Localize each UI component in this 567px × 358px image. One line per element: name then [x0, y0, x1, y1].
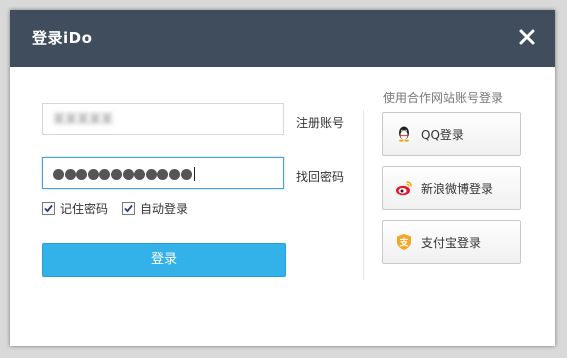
remember-password-checkbox[interactable]	[42, 202, 55, 215]
qq-login-button[interactable]: QQ登录	[382, 112, 521, 156]
weibo-login-label: 新浪微博登录	[421, 181, 494, 196]
dialog-title: 登录iDo	[32, 29, 93, 47]
password-dot	[145, 168, 157, 180]
remember-password-label: 记住密码	[60, 202, 109, 216]
login-dialog: 登录iDo 某某某某某 注册账号 找回密码 记住密码 自动登录 登录 使用合作网	[10, 10, 555, 346]
password-dot	[157, 168, 169, 180]
password-dot	[168, 168, 180, 180]
password-mask	[53, 167, 196, 181]
password-dot	[180, 168, 192, 180]
auto-login-label: 自动登录	[140, 202, 189, 216]
password-dot	[76, 168, 88, 180]
qq-login-label: QQ登录	[421, 127, 464, 142]
login-button[interactable]: 登录	[42, 243, 286, 277]
alipay-login-button[interactable]: 支 支付宝登录	[382, 220, 521, 264]
auto-login-option[interactable]: 自动登录	[122, 200, 188, 217]
password-dot	[134, 168, 146, 180]
remember-password-option[interactable]: 记住密码	[42, 200, 108, 217]
weibo-icon	[396, 181, 412, 196]
weibo-login-button[interactable]: 新浪微博登录	[382, 166, 521, 210]
password-dot	[122, 168, 134, 180]
password-dot	[53, 168, 64, 180]
vertical-divider	[363, 110, 364, 280]
forgot-password-link[interactable]: 找回密码	[296, 168, 344, 185]
auto-login-checkbox[interactable]	[122, 202, 135, 215]
alipay-login-label: 支付宝登录	[421, 235, 482, 250]
password-dot	[110, 168, 122, 180]
text-cursor	[194, 167, 196, 181]
password-input[interactable]	[42, 157, 284, 189]
partner-login-heading: 使用合作网站账号登录	[383, 91, 504, 105]
checkmark-icon	[44, 204, 53, 213]
dialog-titlebar: 登录iDo	[10, 10, 555, 67]
checkmark-icon	[124, 204, 133, 213]
username-value: 某某某某某	[53, 112, 114, 126]
alipay-icon: 支	[397, 234, 411, 250]
qq-penguin-icon	[399, 126, 409, 142]
password-dot	[99, 168, 111, 180]
password-dot	[64, 168, 76, 180]
username-input[interactable]: 某某某某某	[42, 103, 284, 135]
svg-text:支: 支	[398, 237, 409, 249]
close-icon[interactable]	[516, 26, 538, 48]
password-dot	[87, 168, 99, 180]
register-link[interactable]: 注册账号	[296, 114, 344, 131]
